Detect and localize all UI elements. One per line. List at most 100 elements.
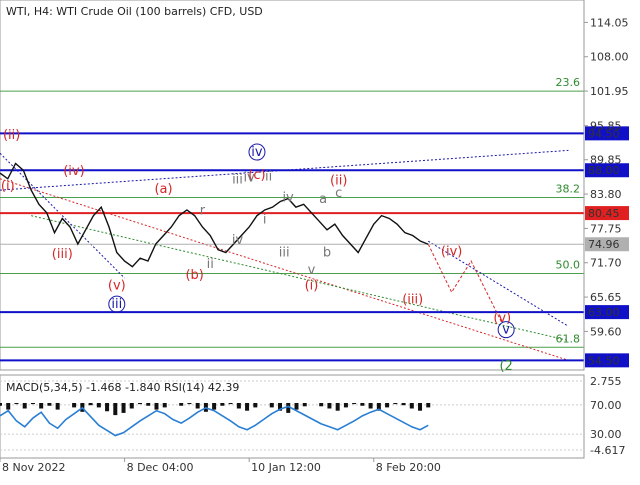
macd-bar xyxy=(146,403,151,406)
price-tick-label: 71.70 xyxy=(590,257,622,270)
macd-bar xyxy=(88,403,93,406)
macd-bar xyxy=(179,403,184,406)
wave-label: c xyxy=(335,186,342,201)
macd-bar xyxy=(319,403,324,407)
macd-bar xyxy=(138,403,143,405)
price-level-tag-label: 63.00 xyxy=(588,306,620,319)
price-tick-label: 77.75 xyxy=(590,222,622,235)
macd-bar xyxy=(162,403,167,408)
wave-label: iv xyxy=(244,171,256,186)
macd-bar xyxy=(22,403,27,409)
macd-bar xyxy=(352,403,357,405)
wave-label: iii xyxy=(232,172,243,187)
macd-bar xyxy=(220,403,225,406)
time-tick-label: 8 Nov 2022 xyxy=(2,461,65,474)
macd-bar xyxy=(212,403,217,410)
macd-bar xyxy=(245,403,250,411)
macd-bar xyxy=(105,403,110,412)
wave-label: (iv) xyxy=(63,164,84,179)
macd-bar xyxy=(360,403,365,406)
macd-bar xyxy=(228,403,233,405)
macd-bar xyxy=(343,403,348,408)
wave-label: (ii) xyxy=(3,128,20,143)
wave-label: b xyxy=(323,246,331,261)
price-tick-label: 95.85 xyxy=(590,120,622,133)
macd-bar xyxy=(368,403,373,409)
macd-bar xyxy=(55,403,60,410)
price-level-tag-label: 74.96 xyxy=(588,238,620,251)
wave-label: a xyxy=(319,192,327,207)
macd-bar xyxy=(294,403,299,410)
macd-bar xyxy=(72,403,77,408)
indicator-tick-label: -4.617 xyxy=(590,444,625,457)
time-tick-label: 10 Jan 12:00 xyxy=(251,461,321,474)
macd-bar xyxy=(195,403,200,409)
macd-bar xyxy=(253,403,258,408)
wave-label: ii xyxy=(265,169,272,184)
macd-bar xyxy=(418,403,423,411)
macd-bar xyxy=(6,403,11,410)
macd-bar xyxy=(385,403,390,408)
price-tick-label: 89.85 xyxy=(590,154,622,167)
macd-bar xyxy=(30,403,35,405)
macd-bar xyxy=(14,403,19,405)
indicator-tick-label: 30.00 xyxy=(590,428,622,441)
indicator-title: MACD(5,34,5) -1.468 -1.840 RSI(14) 42.39 xyxy=(6,381,239,394)
price-tick-label: 108.00 xyxy=(590,51,629,64)
chart-background xyxy=(0,0,640,480)
fib-level-label: 38.2 xyxy=(556,182,581,195)
wave-label: i xyxy=(263,213,267,228)
macd-bar xyxy=(129,403,134,409)
wave-label: iii xyxy=(279,246,290,261)
time-tick-label: 8 Dec 04:00 xyxy=(127,461,194,474)
price-level-tag-label: 54.50 xyxy=(588,354,620,367)
price-level-tag-label: 80.45 xyxy=(588,207,620,220)
wave-label: iii xyxy=(111,297,122,312)
wave-label: (iii) xyxy=(402,293,423,308)
macd-bar xyxy=(113,403,118,416)
wave-label: ii xyxy=(207,257,214,272)
price-tick-label: 114.05 xyxy=(590,16,629,29)
macd-bar xyxy=(236,403,241,409)
indicator-tick-label: 2.755 xyxy=(590,375,622,388)
wave-label: (i) xyxy=(1,179,15,194)
wave-label: (i) xyxy=(305,278,319,293)
wave-label: v xyxy=(308,263,316,278)
macd-bar xyxy=(302,403,307,407)
wave-label: r xyxy=(200,204,206,219)
wave-label: iv xyxy=(251,145,263,160)
price-tick-label: 101.95 xyxy=(590,85,629,98)
macd-bar xyxy=(0,403,2,406)
wave-label: (iii) xyxy=(52,247,73,262)
macd-bar xyxy=(393,403,398,405)
wave-label: iv xyxy=(232,233,244,248)
macd-bar xyxy=(96,403,101,408)
macd-bar xyxy=(426,403,431,408)
macd-bar xyxy=(154,403,159,410)
indicator-tick-label: 70.00 xyxy=(590,399,622,412)
macd-bar xyxy=(39,403,44,409)
wave-label: (2 xyxy=(499,359,512,374)
macd-bar xyxy=(401,403,406,406)
macd-bar xyxy=(187,403,192,405)
fib-level-label: 61.8 xyxy=(556,332,581,345)
time-tick-label: 8 Feb 20:00 xyxy=(376,461,441,474)
fib-level-label: 23.6 xyxy=(556,76,581,89)
macd-bar xyxy=(269,403,274,408)
fib-level-label: 50.0 xyxy=(556,259,581,272)
chart-title: WTI, H4: WTI Crude Oil (100 barrels) CFD… xyxy=(6,5,263,18)
price-tick-label: 83.80 xyxy=(590,188,622,201)
macd-bar xyxy=(409,403,414,409)
wave-label: (v) xyxy=(108,278,126,293)
macd-bar xyxy=(335,403,340,411)
wti-price-chart: 23.638.250.061.8(ii)(i)(iii)(iv)(v)iii(a… xyxy=(0,0,640,480)
wave-label: iv xyxy=(282,190,294,205)
macd-bar xyxy=(121,403,126,413)
macd-bar xyxy=(47,403,52,406)
price-tick-label: 65.65 xyxy=(590,291,622,304)
macd-bar xyxy=(327,403,332,409)
price-tick-label: 59.60 xyxy=(590,325,622,338)
wave-label: (iv) xyxy=(441,244,462,259)
wave-label: (a) xyxy=(154,182,172,197)
wave-label: v xyxy=(502,323,510,338)
